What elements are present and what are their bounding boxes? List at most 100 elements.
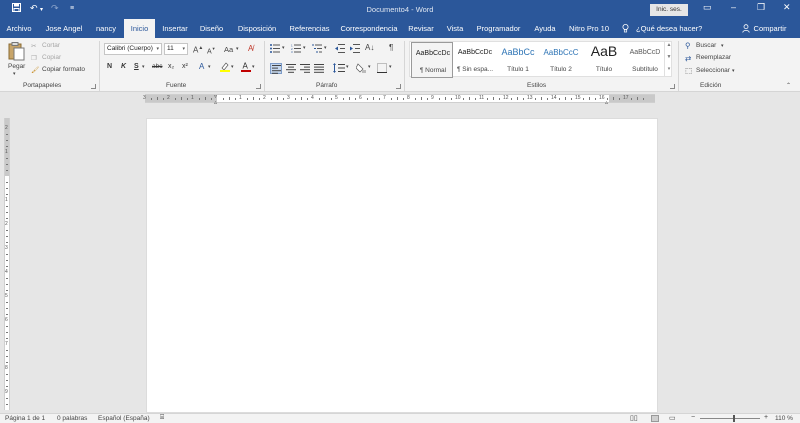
scroll-down-icon[interactable]: ▼: [665, 54, 673, 60]
line-spacing-icon[interactable]: [333, 63, 345, 75]
scroll-up-icon[interactable]: ▲: [665, 42, 673, 48]
hanging-indent-icon[interactable]: ▵: [214, 99, 217, 106]
clear-format-icon[interactable]: A̸: [248, 44, 253, 53]
align-center-icon[interactable]: [286, 64, 296, 75]
style-no-spacing[interactable]: AaBbCcDc ¶ Sin espa...: [454, 42, 496, 78]
page-count[interactable]: Página 1 de 1: [5, 415, 45, 422]
replace-icon[interactable]: ⇄: [685, 54, 691, 63]
tab-nitro-pro[interactable]: Nitro Pro 10: [565, 19, 613, 38]
multilevel-dropdown-icon[interactable]: ▾: [324, 45, 327, 51]
replace-button[interactable]: Reemplazar: [696, 54, 731, 61]
decrease-indent-icon[interactable]: [335, 44, 345, 55]
borders-dropdown-icon[interactable]: ▾: [389, 64, 392, 70]
style-title[interactable]: AaB Título: [583, 42, 625, 78]
macro-record-icon[interactable]: ⌸: [160, 414, 164, 422]
vertical-scrollbar[interactable]: [793, 103, 800, 410]
tab-disposicion[interactable]: Disposición: [231, 19, 283, 38]
font-launcher-icon[interactable]: [256, 84, 261, 89]
collapse-ribbon-icon[interactable]: ⌃: [786, 82, 791, 89]
style-normal[interactable]: AaBbCcDc ¶ Normal: [411, 42, 453, 78]
word-count[interactable]: 0 palabras: [57, 415, 87, 422]
tab-referencias[interactable]: Referencias: [286, 19, 333, 38]
tab-diseno[interactable]: Diseño: [196, 19, 227, 38]
font-size-box[interactable]: 11 ▾: [164, 43, 188, 55]
zoom-in-icon[interactable]: +: [764, 414, 768, 421]
cut-button[interactable]: Cortar: [42, 42, 60, 49]
tab-programador[interactable]: Programador: [473, 19, 524, 38]
bullets-dropdown-icon[interactable]: ▾: [282, 45, 285, 51]
sign-in-button[interactable]: Inic. ses.: [650, 4, 688, 16]
text-effects-icon[interactable]: A: [199, 62, 204, 71]
right-indent-icon[interactable]: ▵: [605, 99, 608, 106]
font-size-dropdown-icon[interactable]: ▾: [182, 44, 185, 54]
tab-vista[interactable]: Vista: [442, 19, 468, 38]
italic-button[interactable]: K: [121, 63, 126, 70]
numbering-dropdown-icon[interactable]: ▾: [303, 45, 306, 51]
tab-ayuda[interactable]: Ayuda: [530, 19, 560, 38]
search-icon[interactable]: ⚲: [685, 41, 691, 50]
format-painter-button[interactable]: Copiar formato: [42, 66, 85, 73]
sort-icon[interactable]: A↓: [365, 43, 374, 52]
find-dropdown-icon[interactable]: ▾: [721, 43, 724, 49]
bullets-icon[interactable]: [270, 44, 280, 55]
horizontal-ruler[interactable]: 3 2 1 1 2 3 4 5 6 7 8 9 10 11 12 13 14 15 16 17 ▿ ▵ ▵: [143, 94, 655, 106]
bold-button[interactable]: N: [107, 63, 112, 70]
increase-indent-icon[interactable]: [350, 44, 360, 55]
change-case-button[interactable]: Aa: [224, 45, 233, 54]
zoom-slider-thumb[interactable]: [733, 415, 735, 422]
style-heading-1[interactable]: AaBbCc Título 1: [497, 42, 539, 78]
vertical-ruler[interactable]: 2 1 1 2 3 4 5 6 7 8 9: [4, 118, 10, 410]
underline-button[interactable]: S: [134, 63, 139, 70]
numbering-icon[interactable]: 123: [291, 44, 301, 55]
subscript-button[interactable]: x₂: [168, 63, 174, 70]
restore-icon[interactable]: ❐: [757, 2, 765, 13]
language[interactable]: Español (España): [98, 415, 150, 422]
cut-icon[interactable]: ✂: [31, 42, 36, 50]
highlight-dropdown-icon[interactable]: ▾: [231, 64, 234, 70]
font-color-icon[interactable]: A: [241, 61, 251, 74]
shrink-font-icon[interactable]: A▼: [207, 46, 216, 55]
text-effects-dropdown-icon[interactable]: ▾: [208, 64, 211, 70]
line-spacing-dropdown-icon[interactable]: ▾: [346, 64, 349, 70]
style-subtitle[interactable]: AaBbCcD Subtítulo: [624, 42, 666, 78]
zoom-out-icon[interactable]: −: [691, 414, 695, 421]
underline-dropdown-icon[interactable]: ▾: [142, 64, 145, 70]
tell-me-box[interactable]: ¿Qué desea hacer?: [636, 19, 702, 38]
select-dropdown-icon[interactable]: ▾: [732, 68, 735, 74]
font-name-box[interactable]: Calibri (Cuerpo) ▾: [104, 43, 162, 55]
shading-icon[interactable]: [355, 63, 366, 75]
find-button[interactable]: Buscar: [696, 42, 716, 49]
grow-font-icon[interactable]: A▲: [193, 45, 203, 55]
more-styles-icon[interactable]: ▾: [665, 66, 673, 72]
select-icon[interactable]: ⬚: [685, 66, 692, 75]
highlight-icon[interactable]: [220, 62, 230, 74]
tab-inicio[interactable]: Inicio: [124, 19, 155, 38]
format-painter-icon[interactable]: 🖌: [31, 66, 39, 74]
zoom-slider[interactable]: [700, 418, 760, 419]
paste-icon[interactable]: [8, 42, 25, 63]
tab-archivo[interactable]: Archivo: [0, 19, 38, 38]
styles-launcher-icon[interactable]: [670, 84, 675, 89]
multilevel-list-icon[interactable]: [312, 44, 322, 55]
font-color-dropdown-icon[interactable]: ▾: [252, 64, 255, 70]
clipboard-launcher-icon[interactable]: [91, 84, 96, 89]
align-right-icon[interactable]: [300, 64, 310, 75]
change-case-dropdown-icon[interactable]: ▾: [236, 46, 239, 52]
select-button[interactable]: Seleccionar: [696, 67, 730, 74]
paste-button[interactable]: Pegar: [8, 63, 25, 70]
show-marks-button[interactable]: ¶: [389, 43, 393, 52]
copy-icon[interactable]: ❐: [31, 54, 37, 62]
minimize-icon[interactable]: –: [731, 2, 736, 12]
tab-correspondencia[interactable]: Correspondencia: [338, 19, 400, 38]
style-heading-2[interactable]: AaBbCcC Título 2: [540, 42, 582, 78]
tab-nancy[interactable]: nancy: [90, 19, 122, 38]
read-mode-icon[interactable]: ▯▯: [630, 414, 638, 422]
tab-revisar[interactable]: Revisar: [405, 19, 437, 38]
align-left-icon[interactable]: [270, 63, 282, 74]
tab-insertar[interactable]: Insertar: [157, 19, 193, 38]
shading-dropdown-icon[interactable]: ▾: [368, 64, 371, 70]
borders-icon[interactable]: [377, 63, 387, 75]
print-layout-icon[interactable]: [651, 415, 659, 422]
ribbon-display-icon[interactable]: ▭: [703, 2, 712, 13]
paragraph-launcher-icon[interactable]: [396, 84, 401, 89]
